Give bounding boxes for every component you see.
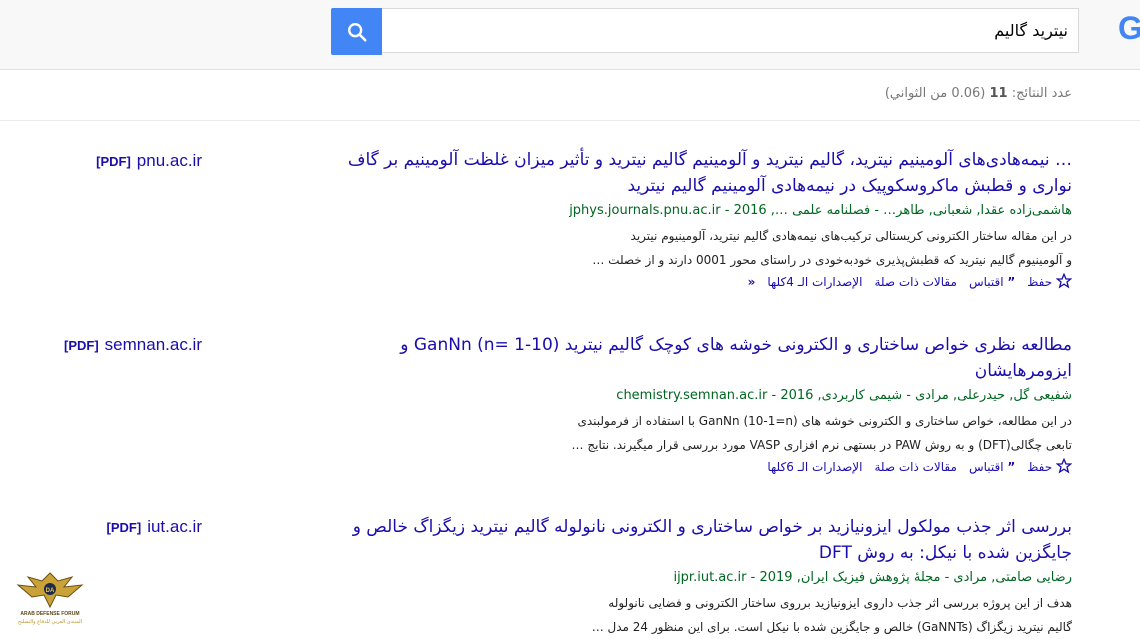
result-meta: شفیعی گل, حیدرعلی, مرادی - شیمی کاربردی,… xyxy=(616,388,1072,403)
result-actions: حفظ ” اقتباس مقالات ذات صلة الإصدارات ال… xyxy=(327,272,1073,292)
result-meta: رضایی صامتی, مرادی - مجلهٔ پژوهش فیزیک ا… xyxy=(673,570,1072,585)
pdf-tag: [PDF] xyxy=(64,338,99,353)
more-icon[interactable]: « xyxy=(748,272,756,292)
result-title[interactable]: … نیمه‌هادی‌های آلومینیم نیترید، گالیم ن… xyxy=(327,147,1072,199)
snippet-line: تابعی چگالی(DFT) و به روش PAW در بستهی ن… xyxy=(571,438,1072,452)
result-stats: عدد النتائج: 11 (0.06 من الثواني) xyxy=(885,86,1072,101)
pdf-link[interactable]: [PDF] semnan.ac.ir xyxy=(64,335,202,355)
quote-icon: ” xyxy=(1007,275,1016,289)
snippet-line: هدف از این پروژه بررسی اثر جذب داروی ایز… xyxy=(608,596,1072,610)
search-icon xyxy=(347,22,367,42)
watermark-text-en: ARAB DEFENSE FORUM xyxy=(20,611,80,617)
snippet-line: و آلومینیوم گالیم نیترید که قطبش‌پذیری خ… xyxy=(592,253,1072,267)
watermark-text-ar: المنتدى العربي للدفاع والتسليح xyxy=(17,619,83,625)
quote-icon: ” xyxy=(1007,460,1016,474)
pdf-link[interactable]: [PDF] pnu.ac.ir xyxy=(96,151,202,171)
svg-text:DA: DA xyxy=(46,588,55,594)
result-title[interactable]: مطالعه نظری خواص ساختاری و الکترونی خوشه… xyxy=(327,332,1072,384)
cite-link[interactable]: ” اقتباس xyxy=(969,457,1015,477)
stats-count: 11 xyxy=(989,86,1008,101)
result-actions: حفظ ” اقتباس مقالات ذات صلة الإصدارات ال… xyxy=(327,457,1073,477)
pdf-site: iut.ac.ir xyxy=(147,517,202,536)
divider xyxy=(0,120,1140,121)
related-link[interactable]: مقالات ذات صلة xyxy=(874,272,957,292)
top-bar: G xyxy=(0,0,1140,70)
result-snippet: در این مطالعه، خواص ساختاری و الکترونی خ… xyxy=(327,409,1072,457)
versions-link[interactable]: الإصدارات الـ 6كلها xyxy=(767,457,862,477)
snippet-line: در این مطالعه، خواص ساختاری و الکترونی خ… xyxy=(577,414,1072,428)
snippet-line: در این مقاله ساختار الکترونی ‌کریستالی ت… xyxy=(630,229,1072,243)
result-snippet: هدف از این پروژه بررسی اثر جذب داروی ایز… xyxy=(327,591,1072,639)
snippet-line: گالیم نیترید زیگزاگ (GaNNTs) خالص و جایگ… xyxy=(591,620,1072,634)
versions-link[interactable]: الإصدارات الـ 4كلها xyxy=(767,272,862,292)
search-box xyxy=(382,8,1079,53)
save-link[interactable]: حفظ xyxy=(1027,457,1073,477)
search-button[interactable] xyxy=(331,8,382,55)
star-icon xyxy=(1055,272,1073,289)
pdf-link[interactable]: [PDF] iut.ac.ir xyxy=(107,517,202,537)
result-snippet: در این مقاله ساختار الکترونی ‌کریستالی ت… xyxy=(327,224,1072,272)
pdf-site: semnan.ac.ir xyxy=(104,335,202,354)
google-logo[interactable]: G xyxy=(1118,10,1140,47)
pdf-tag: [PDF] xyxy=(96,154,131,169)
pdf-tag: [PDF] xyxy=(106,520,142,535)
cite-link[interactable]: ” اقتباس xyxy=(969,272,1015,292)
stats-time: (0.06 من الثواني) xyxy=(884,86,986,101)
watermark-logo: DA ARAB DEFENSE FORUM المنتدى العربي للد… xyxy=(8,567,92,629)
save-link[interactable]: حفظ xyxy=(1027,272,1073,292)
star-icon xyxy=(1055,457,1073,474)
result-title[interactable]: بررسی اثر جذب مولکول ایزونیازید بر خواص … xyxy=(327,514,1072,566)
pdf-site: pnu.ac.ir xyxy=(136,151,202,170)
result-meta: هاشمی‌زاده عقدا, شعبانی, طاهر… - فصلنامه… xyxy=(569,203,1072,218)
stats-prefix: عدد النتائج: xyxy=(1011,86,1072,101)
related-link[interactable]: مقالات ذات صلة xyxy=(874,457,957,477)
search-input[interactable] xyxy=(382,9,1078,52)
